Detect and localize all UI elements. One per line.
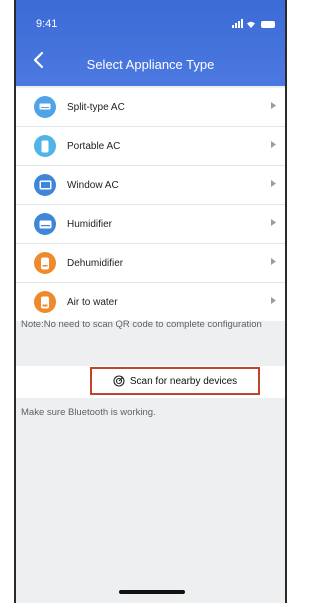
chevron-right-icon: [271, 219, 276, 226]
wifi-icon: [247, 21, 255, 28]
humidifier-icon: [34, 213, 56, 235]
qr-note-text: Note:No need to scan QR code to complete…: [21, 319, 262, 330]
chevron-right-icon: [271, 180, 276, 187]
home-indicator[interactable]: [119, 590, 185, 594]
appliance-label: Air to water: [67, 296, 118, 308]
appliance-item-humidifier[interactable]: Humidifier: [16, 205, 285, 244]
appliance-label: Humidifier: [67, 218, 113, 230]
chevron-right-icon: [271, 297, 276, 304]
window-ac-icon: [34, 174, 56, 196]
split-ac-icon: [34, 96, 56, 118]
bluetooth-hint-text: Make sure Bluetooth is working.: [21, 407, 156, 418]
battery-icon: [261, 21, 275, 28]
appliance-item-dehumidifier[interactable]: Dehumidifier: [16, 244, 285, 283]
air-to-water-icon: [34, 291, 56, 313]
dehumidifier-icon: [34, 252, 56, 274]
scan-button-label: Scan for nearby devices: [129, 375, 238, 387]
chevron-right-icon: [271, 141, 276, 148]
page-title: Select Appliance Type: [86, 57, 215, 72]
appliance-item-window-ac[interactable]: Window AC: [16, 166, 285, 205]
chevron-right-icon: [271, 258, 276, 265]
scan-row: Scan for nearby devices: [16, 366, 285, 398]
appliance-item-air-to-water[interactable]: Air to water: [16, 283, 285, 321]
phone-screen: 9:41 Select Appliance Type Split-type AC: [14, 0, 287, 603]
appliance-item-split-ac[interactable]: Split-type AC: [16, 88, 285, 127]
appliance-label: Portable AC: [67, 140, 121, 152]
appliance-list: Split-type AC Portable AC Window AC Humi…: [16, 88, 285, 321]
header-bar: 9:41 Select Appliance Type: [16, 0, 285, 86]
scan-nearby-devices-button[interactable]: Scan for nearby devices: [90, 367, 260, 395]
portable-ac-icon: [34, 135, 56, 157]
signal-icon: [232, 19, 243, 28]
chevron-right-icon: [271, 102, 276, 109]
appliance-label: Window AC: [67, 179, 119, 191]
radar-scan-icon: [113, 375, 125, 387]
appliance-label: Split-type AC: [67, 101, 125, 113]
appliance-label: Dehumidifier: [67, 257, 124, 269]
appliance-item-portable-ac[interactable]: Portable AC: [16, 127, 285, 166]
status-icons: [232, 19, 275, 28]
status-time: 9:41: [36, 18, 58, 30]
